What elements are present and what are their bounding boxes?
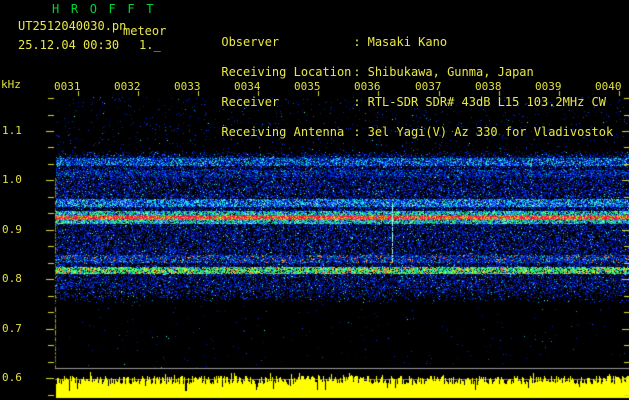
time-label-0040: 0040 [595, 80, 622, 93]
app-title: H R O F F T [52, 2, 156, 16]
info-label: Receiving Antenna [221, 125, 345, 139]
freq-label-0.9: 0.9 [2, 222, 22, 236]
info-value: 3el Yagi(V) Az 330 for Vladivostok [367, 125, 614, 139]
time-label-0037: 0037 [415, 80, 442, 93]
time-label-0039: 0039 [535, 80, 562, 93]
info-label: Observer [221, 35, 280, 49]
observation-datetime: 25.12.04 00:30 [18, 38, 120, 52]
freq-label-0.6: 0.6 [2, 371, 22, 384]
time-label-0031: 0031 [54, 80, 81, 93]
time-label-0035: 0035 [294, 80, 321, 93]
info-value: Shibukawa, Gunma, Japan [367, 65, 534, 79]
observation-name: meteor [123, 24, 167, 38]
freq-label-0.7: 0.7 [2, 321, 22, 335]
freq-label-0.8: 0.8 [2, 272, 22, 286]
station-info-block: Observer: Masaki Kano Receiving Location:… [178, 7, 613, 147]
time-label-0036: 0036 [354, 80, 381, 93]
info-separator: : [353, 125, 361, 139]
freq-label-1.0: 1.0 [2, 173, 22, 187]
info-separator: : [353, 95, 361, 109]
time-label-0032: 0032 [114, 80, 141, 93]
info-separator: : [353, 65, 361, 79]
info-value: RTL-SDR SDR# 43dB L15 103.2MHz CW [367, 95, 607, 109]
time-label-0034: 0034 [234, 80, 261, 93]
info-label: Receiving Location [221, 65, 352, 79]
hrofft-window: H R O F F T UT2512040030.pn meteor 25.12… [0, 0, 629, 400]
time-label-0033: 0033 [174, 80, 201, 93]
output-filename: UT2512040030.pn [18, 19, 127, 33]
info-value: Masaki Kano [367, 35, 448, 49]
info-row-location: Receiving Location: Shibukawa, Gunma, Jap… [178, 57, 613, 78]
info-label: Receiver [221, 95, 280, 109]
time-label-0038: 0038 [475, 80, 502, 93]
status-counter: 1._ [139, 38, 161, 52]
info-row-antenna: Receiving Antenna:3el Yagi(V) Az 330 for… [178, 117, 613, 138]
freq-unit-label: kHz [1, 78, 21, 91]
freq-label-1.1: 1.1 [2, 124, 22, 137]
info-separator: : [353, 35, 361, 49]
info-row-observer: Observer: Masaki Kano [178, 27, 613, 48]
